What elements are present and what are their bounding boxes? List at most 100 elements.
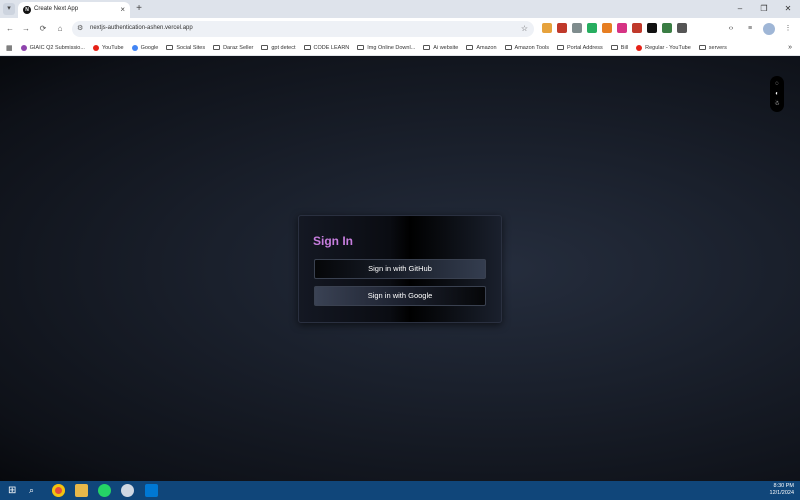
whatsapp-icon[interactable] bbox=[98, 484, 111, 497]
windows-start-icon[interactable]: ⊞ bbox=[8, 484, 21, 497]
window-controls: – ❐ ✕ bbox=[728, 0, 800, 18]
bookmark-label: Regular - YouTube bbox=[645, 44, 691, 51]
comment-icon[interactable]: ◌ bbox=[775, 81, 779, 88]
extension-icon[interactable] bbox=[647, 23, 657, 33]
bookmark-label: GIAIC Q2 Submissio... bbox=[29, 44, 85, 51]
tab-search-icon[interactable]: ▾ bbox=[3, 3, 15, 15]
file-explorer-icon[interactable] bbox=[75, 484, 88, 497]
bookmark-item[interactable]: Img Online Downl... bbox=[357, 45, 415, 51]
bookmark-item[interactable]: Portal Address bbox=[557, 45, 603, 51]
browser-toolbar: ← → ⟳ ⌂ ⚙ nextjs-authentication-ashen.ve… bbox=[0, 18, 800, 40]
chrome-icon[interactable] bbox=[52, 484, 65, 497]
sign-in-card: Sign In Sign in with GitHub Sign in with… bbox=[298, 215, 502, 323]
extension-icon[interactable] bbox=[587, 23, 597, 33]
url-text[interactable]: nextjs-authentication-ashen.vercel.app bbox=[90, 25, 193, 31]
toggle-icon[interactable]: ◐ bbox=[775, 91, 779, 98]
bookmark-label: Ai website bbox=[433, 44, 459, 51]
bookmark-item[interactable]: Google bbox=[131, 44, 159, 51]
extension-icon[interactable] bbox=[602, 23, 612, 33]
bookmark-item[interactable]: GIAIC Q2 Submissio... bbox=[20, 44, 85, 51]
bookmark-star-icon[interactable]: ☆ bbox=[521, 23, 528, 35]
page-viewport: ◌ ◐ ☃ Sign In Sign in with GitHub Sign i… bbox=[0, 57, 800, 481]
sign-in-title: Sign In bbox=[313, 234, 353, 248]
bookmark-label: Daraz Seller bbox=[223, 44, 254, 51]
extension-icon[interactable] bbox=[677, 23, 687, 33]
folder-icon bbox=[466, 45, 474, 50]
bookmark-item[interactable]: servers bbox=[698, 44, 727, 51]
bookmark-label: Img Online Downl... bbox=[367, 44, 416, 51]
sign-in-google-button[interactable]: Sign in with Google bbox=[314, 286, 486, 306]
folder-icon bbox=[610, 45, 618, 50]
bookmark-item[interactable]: Social Sites bbox=[166, 45, 205, 51]
folder-icon bbox=[303, 45, 311, 50]
bookmark-item[interactable]: Amazon Tools bbox=[504, 45, 549, 51]
extension-icon[interactable] bbox=[632, 23, 642, 33]
apps-grid-icon[interactable]: ▦ bbox=[6, 44, 13, 52]
bookmark-item[interactable]: Regular - YouTube bbox=[636, 44, 691, 51]
extension-icon[interactable] bbox=[617, 23, 627, 33]
reload-button[interactable]: ⟳ bbox=[37, 23, 49, 35]
media-icon[interactable]: ≡ bbox=[744, 23, 756, 35]
bookmark-item[interactable]: CODE LEARN bbox=[303, 44, 350, 51]
folder-icon bbox=[423, 45, 431, 50]
minimize-button[interactable]: – bbox=[728, 0, 752, 18]
search-icon[interactable]: ⌕ bbox=[29, 484, 42, 497]
bookmark-label: Social Sites bbox=[176, 44, 206, 51]
tab-title: Create Next App bbox=[34, 6, 79, 12]
bookmark-item[interactable]: Amazon bbox=[466, 44, 497, 51]
devtools-icon[interactable]: ‹› bbox=[725, 23, 737, 35]
folder-icon bbox=[357, 45, 365, 50]
menu-icon[interactable]: ⋮ bbox=[782, 23, 794, 35]
bookmarks-more-icon[interactable]: » bbox=[788, 44, 792, 51]
bookmark-item[interactable]: Ai website bbox=[423, 45, 458, 51]
side-tools-panel: ◌ ◐ ☃ bbox=[770, 76, 784, 112]
tab-strip: ▾ N Create Next App × + – ❐ ✕ bbox=[0, 0, 800, 18]
bookmark-item[interactable]: YouTube bbox=[92, 44, 124, 51]
bookmark-label: CODE LEARN bbox=[313, 44, 350, 51]
bookmark-label: Bill bbox=[620, 44, 629, 51]
close-window-button[interactable]: ✕ bbox=[776, 0, 800, 18]
bookmark-item[interactable]: Bill bbox=[610, 44, 629, 51]
accessibility-icon[interactable]: ☃ bbox=[774, 101, 779, 108]
vscode-icon[interactable] bbox=[145, 484, 158, 497]
bookmark-label: Amazon bbox=[476, 44, 497, 51]
extension-icon[interactable] bbox=[557, 23, 567, 33]
folder-icon bbox=[557, 45, 564, 50]
bookmark-item[interactable]: Daraz Seller bbox=[213, 45, 253, 51]
nextjs-logo-icon: N bbox=[23, 6, 31, 14]
extension-icon[interactable] bbox=[572, 23, 582, 33]
back-button[interactable]: ← bbox=[4, 23, 16, 35]
clock-date: 12/1/2024 bbox=[769, 490, 794, 496]
new-tab-button[interactable]: + bbox=[133, 3, 145, 15]
tab-create-next-app[interactable]: N Create Next App × bbox=[18, 2, 130, 18]
folder-icon bbox=[166, 45, 174, 50]
home-button[interactable]: ⌂ bbox=[54, 23, 66, 35]
bookmark-label: servers bbox=[708, 44, 727, 51]
address-bar[interactable]: ⚙ nextjs-authentication-ashen.vercel.app… bbox=[72, 21, 534, 37]
google-icon bbox=[131, 44, 138, 51]
taskbar: ⊞ ⌕ 8:30 PM 12/1/2024 bbox=[0, 481, 800, 500]
system-clock[interactable]: 8:30 PM 12/1/2024 bbox=[770, 483, 794, 497]
folder-icon bbox=[504, 45, 512, 50]
extension-icon[interactable] bbox=[542, 23, 552, 33]
bookmark-label: gpt detect bbox=[271, 44, 296, 51]
clock-time: 8:30 PM bbox=[773, 483, 794, 489]
site-favicon-icon bbox=[20, 44, 27, 51]
profile-avatar[interactable] bbox=[763, 23, 775, 35]
site-favicon-icon bbox=[636, 44, 643, 51]
forward-button[interactable]: → bbox=[20, 23, 32, 35]
extension-icon[interactable] bbox=[662, 23, 672, 33]
site-info-icon[interactable]: ⚙ bbox=[77, 23, 83, 35]
tab-close-icon[interactable]: × bbox=[120, 5, 125, 14]
sign-in-github-button[interactable]: Sign in with GitHub bbox=[314, 259, 486, 279]
extensions-row bbox=[542, 23, 687, 33]
folder-icon bbox=[261, 45, 269, 50]
toolbar-right: ‹› ≡ ⋮ bbox=[725, 23, 794, 35]
bookmark-label: Google bbox=[140, 44, 159, 51]
app-icon[interactable] bbox=[121, 484, 134, 497]
site-favicon-icon bbox=[92, 44, 99, 51]
bookmark-item[interactable]: gpt detect bbox=[261, 44, 296, 51]
bookmark-label: YouTube bbox=[101, 44, 124, 51]
folder-icon bbox=[213, 45, 221, 50]
restore-button[interactable]: ❐ bbox=[752, 0, 776, 18]
